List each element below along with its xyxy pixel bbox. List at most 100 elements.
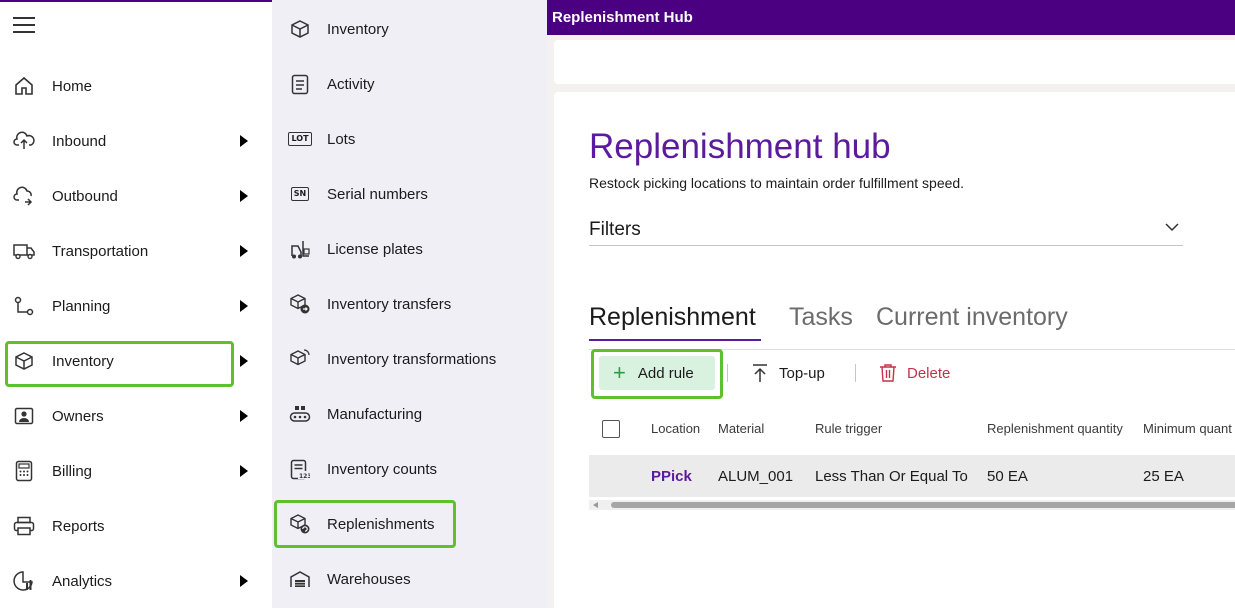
submenu-label: Serial numbers [327, 185, 428, 203]
column-header-rule-trigger[interactable]: Rule trigger [815, 421, 882, 436]
submenu-label: Inventory counts [327, 460, 438, 478]
minimum-quantity-cell: 25 EA [1143, 468, 1184, 485]
submenu-label: License plates [327, 240, 423, 258]
scroll-left-arrow-icon[interactable] [593, 502, 598, 508]
chevron-right-icon [240, 410, 248, 422]
truck-icon [13, 240, 35, 262]
submenu-label: Activity [327, 75, 375, 93]
submenu-item-inventory-transfers[interactable]: Inventory transfers [272, 282, 547, 326]
clipboard-list-icon [289, 73, 311, 95]
chevron-right-icon [240, 575, 248, 587]
select-all-checkbox[interactable] [602, 420, 620, 438]
conveyor-icon [289, 403, 311, 425]
nav-label: Transportation [52, 242, 149, 260]
filters-label: Filters [589, 219, 641, 240]
nav-label: Planning [52, 297, 111, 315]
delete-button[interactable]: Delete [879, 356, 950, 390]
chevron-right-icon [240, 300, 248, 312]
submenu-item-inventory[interactable]: Inventory [272, 7, 547, 51]
column-header-minimum-quantity[interactable]: Minimum quant [1143, 421, 1232, 436]
top-up-button[interactable]: Top-up [751, 356, 825, 390]
nav-label: Inbound [52, 132, 107, 150]
calculator-icon [13, 460, 35, 482]
nav-item-outbound[interactable]: Outbound [0, 174, 262, 218]
table-row[interactable]: PPick ALUM_001 Less Than Or Equal To 50 … [589, 455, 1235, 497]
toolbar-divider [855, 364, 856, 382]
left-nav: Home Inbound Outbound Transportation Pla… [0, 0, 272, 608]
chevron-right-icon [240, 190, 248, 202]
submenu-label: Inventory transfers [327, 295, 452, 313]
nav-item-analytics[interactable]: Analytics [0, 559, 262, 603]
column-header-location[interactable]: Location [651, 421, 700, 436]
selection-highlight [5, 341, 234, 387]
nav-item-transportation[interactable]: Transportation [0, 229, 262, 273]
tab-current-inventory[interactable]: Current inventory [876, 303, 1068, 332]
tab-replenishment[interactable]: Replenishment [589, 303, 756, 332]
nav-label: Analytics [52, 572, 113, 590]
submenu-item-inventory-counts[interactable]: 123 Inventory counts [272, 447, 547, 491]
toolbar: + Add rule Top-up Delete [589, 349, 1235, 399]
home-icon [13, 75, 35, 97]
box-transform-icon [289, 348, 311, 370]
serial-tag-icon: SN [289, 183, 311, 205]
submenu-item-manufacturing[interactable]: Manufacturing [272, 392, 547, 436]
nav-label: Billing [52, 462, 93, 480]
top-up-label: Top-up [779, 364, 825, 382]
tab-tasks[interactable]: Tasks [789, 303, 853, 332]
chevron-right-icon [240, 245, 248, 257]
forklift-icon [289, 238, 311, 260]
nav-item-reports[interactable]: Reports [0, 504, 262, 548]
box-icon [289, 18, 311, 40]
submenu-label: Lots [327, 130, 356, 148]
outbound-icon [13, 185, 35, 207]
window-title-bar: Replenishment Hub [547, 0, 1235, 35]
filters-expander[interactable]: Filters [589, 214, 1183, 246]
boxes-transfer-icon [289, 293, 311, 315]
nav-item-planning[interactable]: Planning [0, 284, 262, 328]
inbound-icon [13, 130, 35, 152]
submenu-item-activity[interactable]: Activity [272, 62, 547, 106]
submenu-item-warehouses[interactable]: Warehouses [272, 557, 547, 601]
svg-text:123: 123 [299, 473, 310, 480]
nav-item-inbound[interactable]: Inbound [0, 119, 262, 163]
delete-label: Delete [907, 364, 951, 382]
toolbar-divider [727, 364, 728, 382]
nav-item-home[interactable]: Home [0, 64, 262, 108]
submenu-item-license-plates[interactable]: License plates [272, 227, 547, 271]
column-header-material[interactable]: Material [718, 421, 764, 436]
page-title: Replenishment hub [589, 127, 891, 166]
submenu-label: Manufacturing [327, 405, 423, 423]
location-link[interactable]: PPick [651, 468, 692, 485]
nav-label: Owners [52, 407, 104, 425]
horizontal-scrollbar[interactable] [589, 500, 1235, 510]
hamburger-menu-icon[interactable] [13, 17, 35, 35]
nav-item-billing[interactable]: Billing [0, 449, 262, 493]
submenu-label: Warehouses [327, 570, 411, 588]
planning-icon [13, 295, 35, 317]
warehouse-icon [289, 568, 311, 590]
chevron-right-icon [240, 135, 248, 147]
upload-icon [751, 363, 769, 383]
rule-trigger-cell: Less Than Or Equal To [815, 468, 968, 485]
material-cell: ALUM_001 [718, 468, 794, 485]
scrollbar-thumb[interactable] [611, 502, 1235, 508]
chevron-right-icon [240, 465, 248, 477]
submenu-item-serial-numbers[interactable]: SN Serial numbers [272, 172, 547, 216]
main-content: Replenishment Hub Replenishment hub Rest… [547, 0, 1235, 608]
nav-item-owners[interactable]: Owners [0, 394, 262, 438]
submenu-item-inventory-transformations[interactable]: Inventory transformations [272, 337, 547, 381]
top-card [554, 40, 1235, 84]
replenishment-quantity-cell: 50 EA [987, 468, 1028, 485]
trash-icon [879, 363, 897, 383]
column-header-replenishment-quantity[interactable]: Replenishment quantity [987, 421, 1123, 436]
clipboard-count-icon: 123 [289, 458, 311, 480]
selection-highlight [274, 500, 456, 548]
analytics-icon [13, 570, 35, 592]
page-subtitle: Restock picking locations to maintain or… [589, 175, 965, 191]
printer-icon [13, 515, 35, 537]
owner-icon [13, 405, 35, 427]
selection-highlight [591, 349, 723, 399]
lot-tag-icon: LOT [288, 128, 312, 150]
nav-label: Outbound [52, 187, 118, 205]
submenu-item-lots[interactable]: LOT Lots [272, 117, 547, 161]
